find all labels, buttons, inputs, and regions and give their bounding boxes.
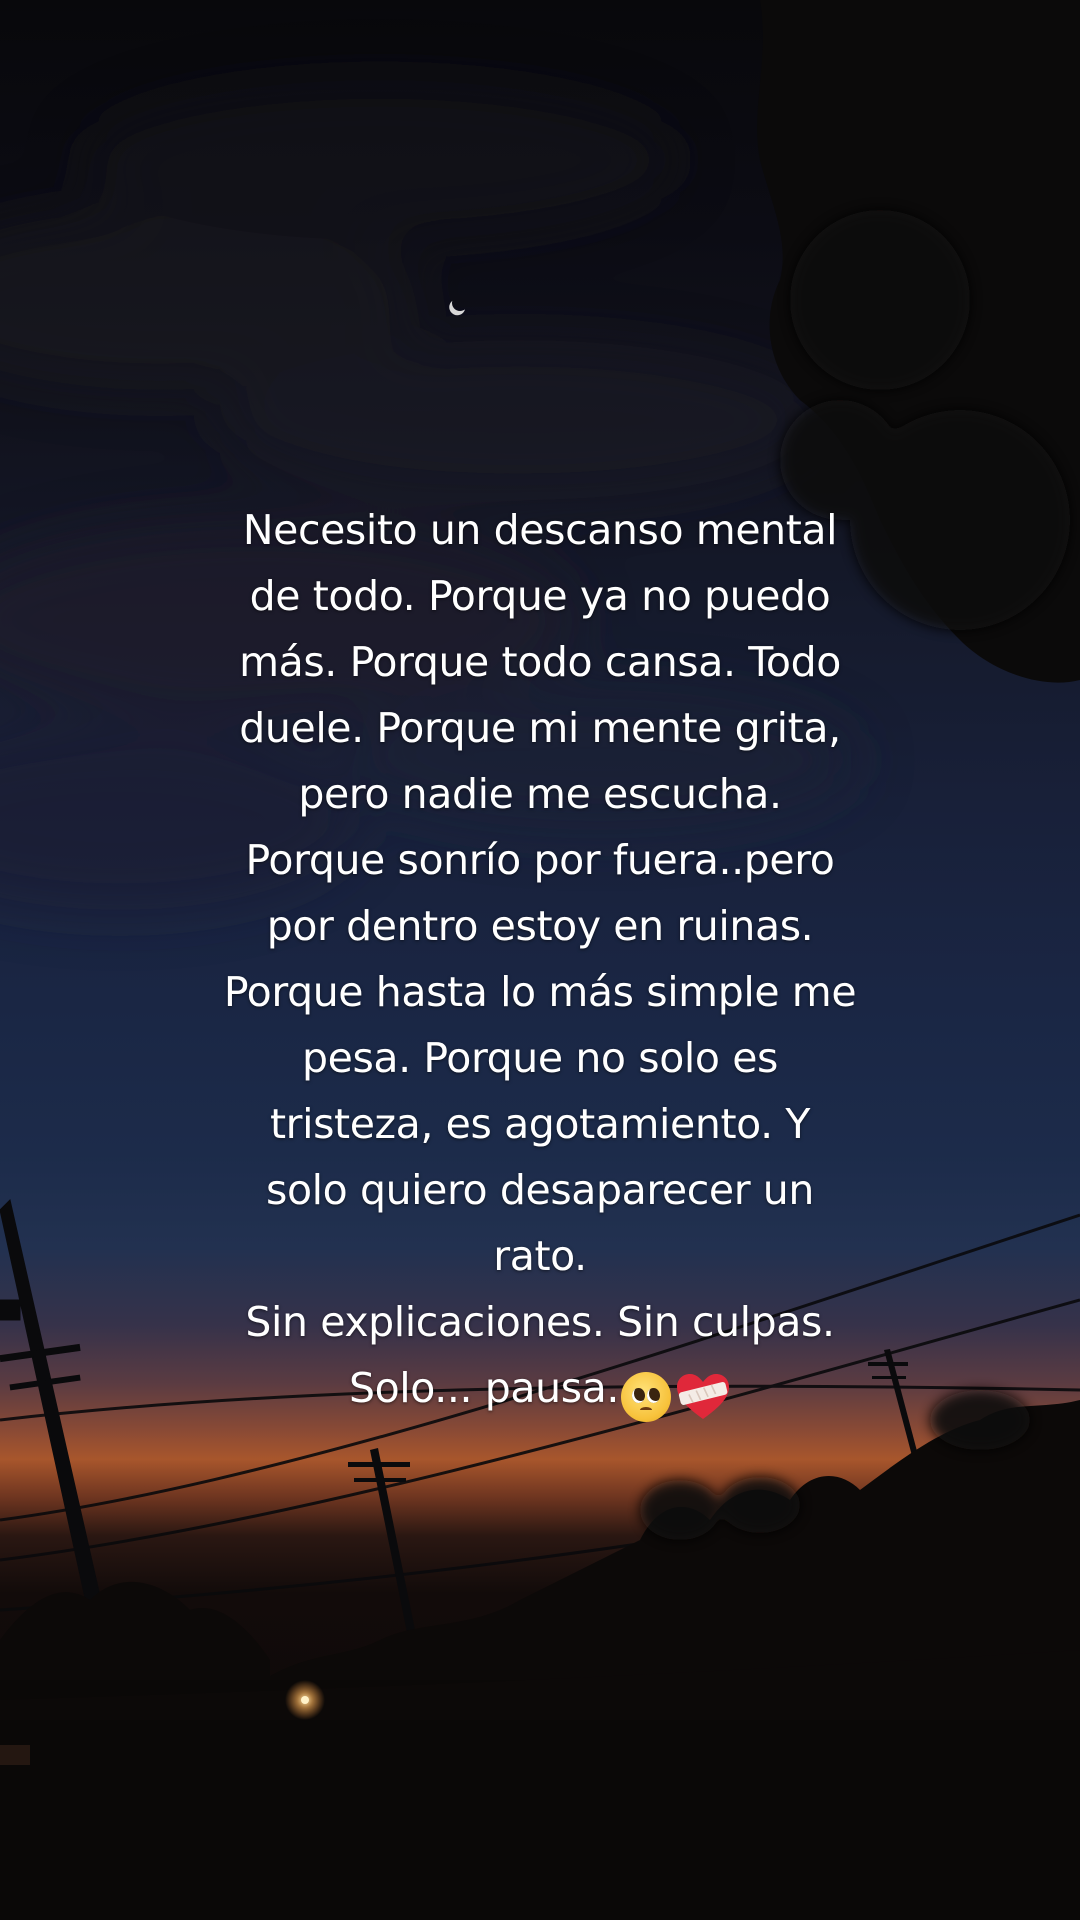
utility-pole-left	[0, 1199, 111, 1649]
mending-heart-icon	[677, 1374, 730, 1419]
quote-text: Necesito un descanso mental de todo. Por…	[190, 497, 890, 1427]
utility-pole-center	[348, 1448, 418, 1647]
background-photo: Necesito un descanso mental de todo. Por…	[0, 0, 1080, 1920]
pleading-face-icon	[621, 1372, 672, 1422]
emoji-row	[621, 1361, 731, 1427]
quote-body: Necesito un descanso mental de todo. Por…	[223, 506, 857, 1412]
